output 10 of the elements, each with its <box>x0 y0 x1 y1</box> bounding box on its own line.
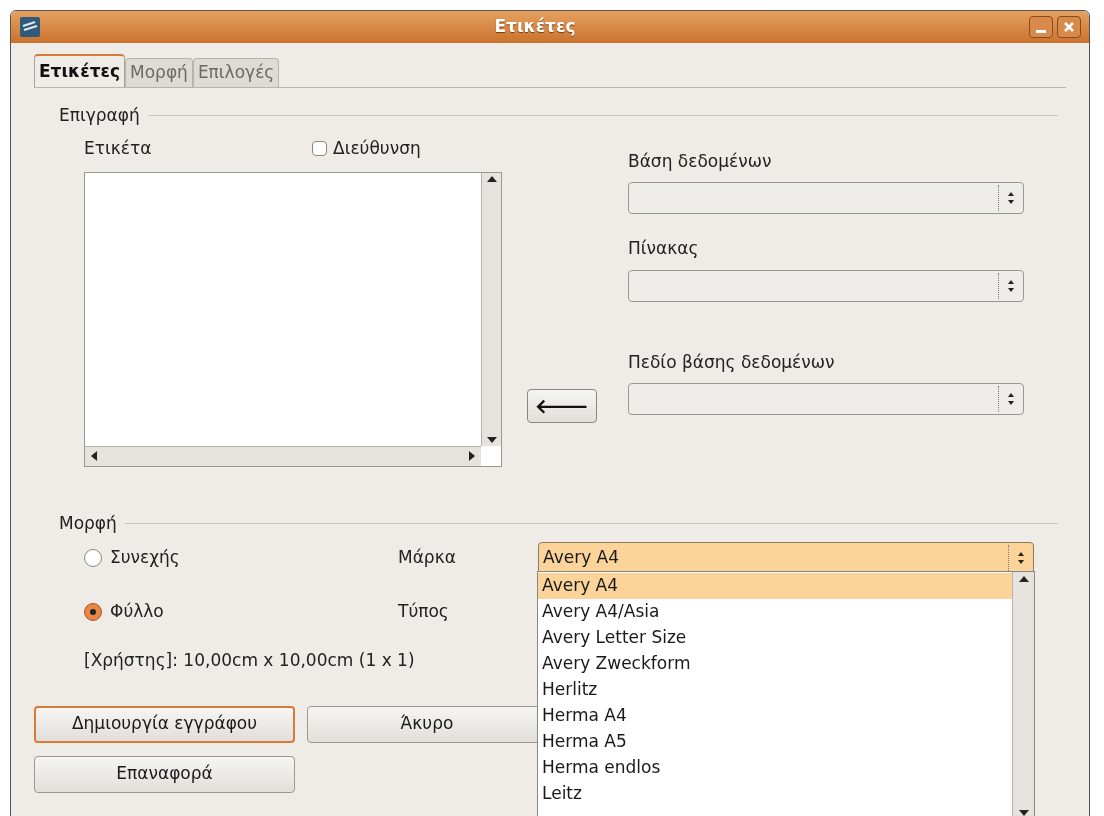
label-size-info: [Χρήστης]: 10,00cm x 10,00cm (1 x 1) <box>84 649 415 672</box>
group-title: Μορφή <box>59 511 117 535</box>
field-label: Ετικέτα <box>84 136 153 160</box>
field-label: Βάση δεδομένων <box>628 149 773 173</box>
field-label: Μάρκα <box>398 546 457 570</box>
field-label: Πεδίο βάσης δεδομένων <box>628 350 836 374</box>
field-label: Τύπος <box>398 600 450 624</box>
group-title: Επιγραφή <box>59 104 140 127</box>
window-title: Ετικέτες <box>493 15 577 39</box>
field-label: Πίνακας <box>628 237 700 260</box>
